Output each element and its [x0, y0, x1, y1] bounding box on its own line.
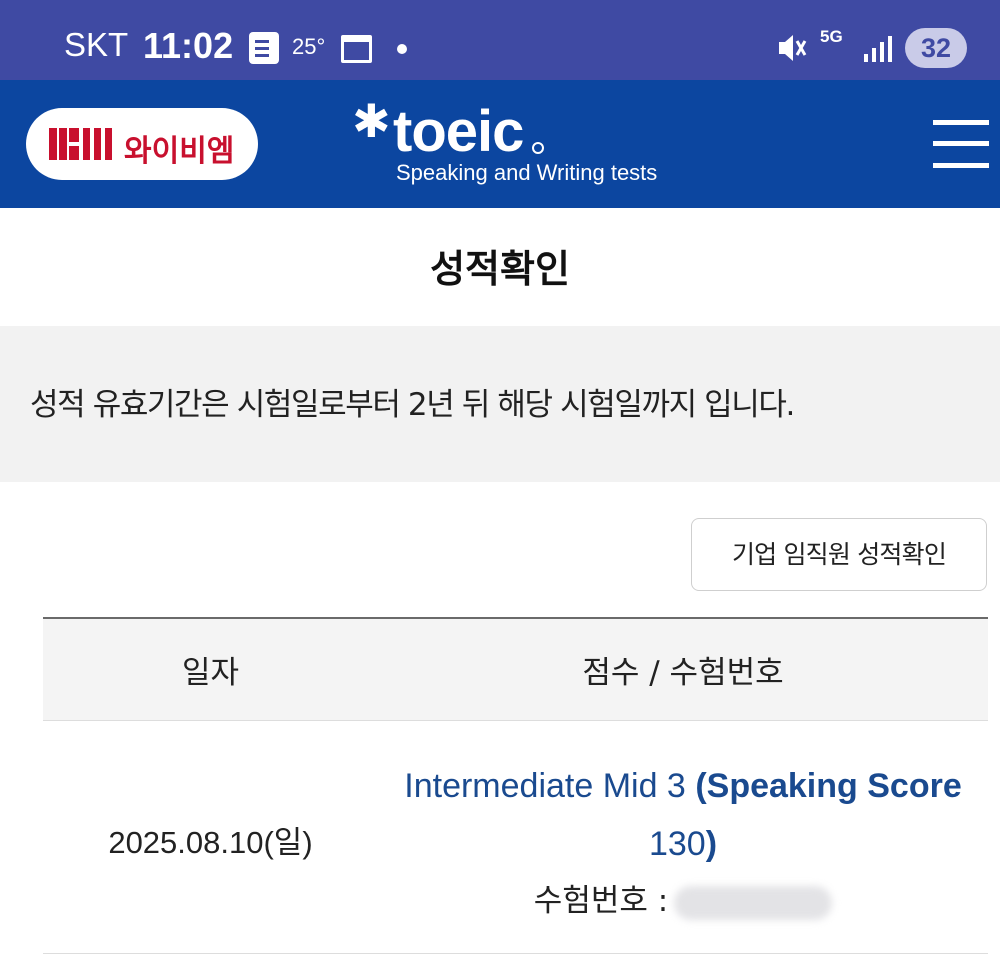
toeic-logo[interactable]: toeic — [393, 100, 524, 164]
score-value: 130 — [648, 825, 706, 863]
score-level: Intermediate Mid 3 — [404, 767, 686, 805]
carrier-label: SKT — [64, 26, 129, 63]
table-row: 2025.08.10(일) Intermediate Mid 3 (Speaki… — [43, 721, 988, 954]
column-header-score: 점수 / 수험번호 — [582, 655, 784, 691]
score-suffix: ) — [705, 825, 718, 863]
hamburger-menu-icon[interactable] — [933, 118, 991, 170]
site-header: 와이비엠 ✱ toeic Speaking and Writing tests — [0, 80, 1000, 208]
battery-indicator: 32 — [905, 28, 967, 68]
registered-icon — [532, 142, 544, 154]
network-5g-icon: 5G — [820, 27, 843, 46]
exam-number: 수험번호 : — [378, 875, 988, 920]
test-date: 2025.08.10(일) — [108, 825, 313, 860]
ybm-mark-icon — [49, 128, 112, 160]
ybm-logo[interactable]: 와이비엠 — [26, 108, 258, 180]
status-bar: SKT 11:02 25° 5G 32 — [0, 0, 1000, 80]
score-link[interactable]: Intermediate Mid 3 (Speaking Score 130) — [378, 757, 988, 873]
validity-notice: 성적 유효기간은 시험일로부터 2년 뒤 해당 시험일까지 입니다. — [0, 326, 1000, 482]
calendar-icon — [341, 35, 372, 63]
signal-icon — [864, 36, 892, 62]
clock: 11:02 — [143, 25, 234, 66]
toeic-subtitle: Speaking and Writing tests — [396, 160, 658, 185]
column-header-date: 일자 — [181, 655, 240, 691]
exam-number-label: 수험번호 : — [533, 883, 669, 919]
notepad-icon — [249, 32, 279, 64]
toeic-asterisk-icon: ✱ — [352, 94, 391, 148]
page-title: 성적확인 — [430, 247, 570, 291]
mute-icon — [779, 35, 807, 61]
temperature: 25° — [292, 34, 326, 59]
corporate-score-button[interactable]: 기업 임직원 성적확인 — [691, 518, 987, 591]
validity-notice-text: 성적 유효기간은 시험일로부터 2년 뒤 해당 시험일까지 입니다. — [30, 387, 795, 423]
score-prefix: (Speaking Score — [695, 767, 962, 805]
redacted-exam-number — [674, 885, 833, 920]
ybm-logo-text: 와이비엠 — [124, 134, 235, 169]
notification-dot-icon — [397, 44, 407, 54]
table-header: 일자 점수 / 수험번호 — [43, 617, 988, 721]
score-table: 일자 점수 / 수험번호 2025.08.10(일) Intermediate … — [43, 617, 988, 954]
